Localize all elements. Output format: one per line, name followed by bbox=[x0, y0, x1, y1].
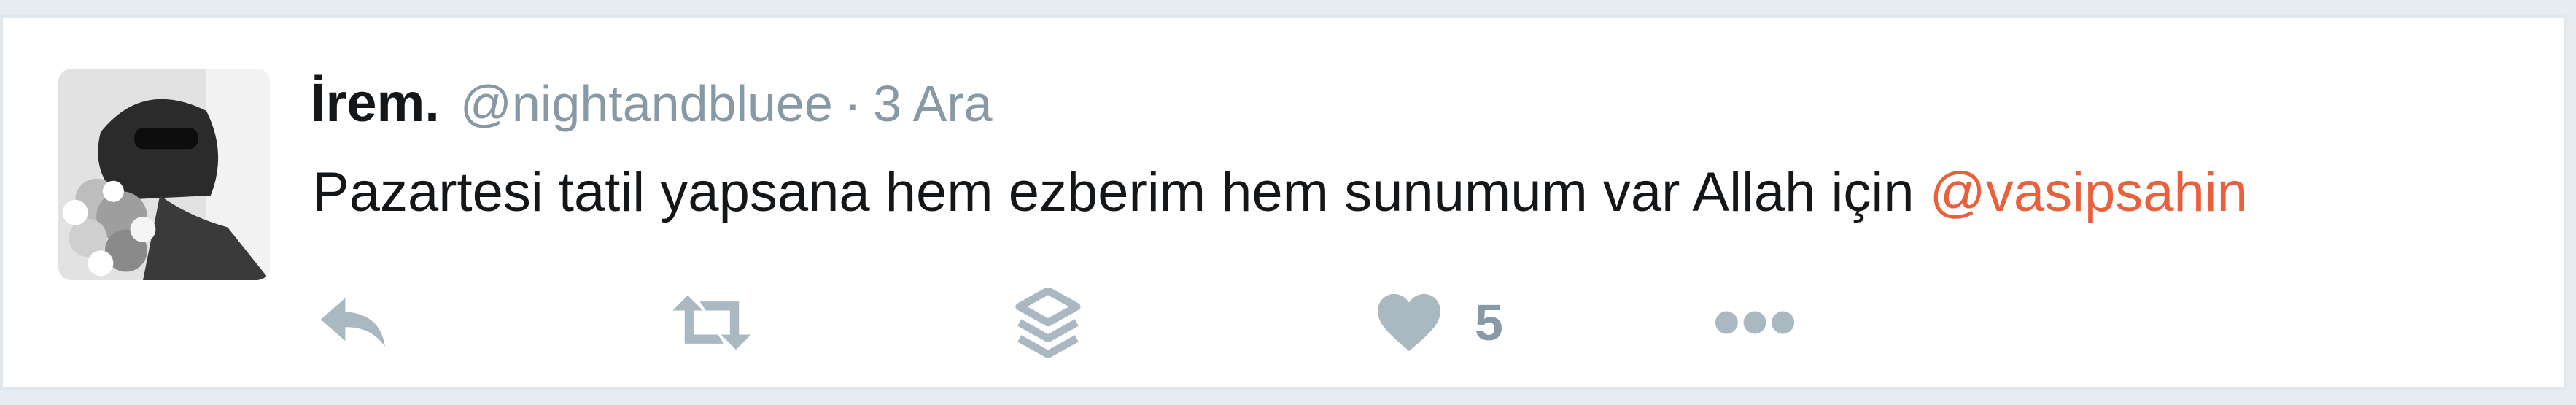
more-button[interactable] bbox=[1712, 282, 1797, 363]
tweet-card[interactable]: İrem. @nightandbluee · 3 Ara Pazartesi t… bbox=[0, 15, 2567, 390]
author-handle[interactable]: @nightandbluee bbox=[460, 74, 833, 133]
more-icon bbox=[1715, 311, 1795, 334]
reply-button[interactable] bbox=[315, 282, 394, 363]
heart-icon bbox=[1378, 293, 1440, 352]
layers-icon bbox=[1015, 288, 1081, 358]
avatar[interactable] bbox=[58, 69, 270, 280]
retweet-button[interactable] bbox=[667, 282, 757, 363]
layers-button[interactable] bbox=[1015, 282, 1081, 363]
timestamp-link[interactable]: 3 Ara bbox=[873, 74, 992, 133]
avatar-image bbox=[58, 69, 270, 280]
tweet-header: İrem. @nightandbluee · 3 Ara bbox=[311, 72, 993, 139]
mention-link[interactable]: @vasipsahin bbox=[1930, 161, 2248, 223]
tweet-text: Pazartesi tatil yapsana hem ezberim hem … bbox=[312, 161, 2248, 224]
tweet-body: Pazartesi tatil yapsana hem ezberim hem … bbox=[312, 161, 1914, 223]
like-count: 5 bbox=[1475, 294, 1503, 351]
reply-icon bbox=[320, 298, 385, 347]
like-button[interactable]: 5 bbox=[1374, 282, 1503, 363]
author-name[interactable]: İrem. bbox=[311, 72, 440, 134]
separator-dot: · bbox=[844, 75, 862, 132]
retweet-icon bbox=[672, 295, 751, 350]
